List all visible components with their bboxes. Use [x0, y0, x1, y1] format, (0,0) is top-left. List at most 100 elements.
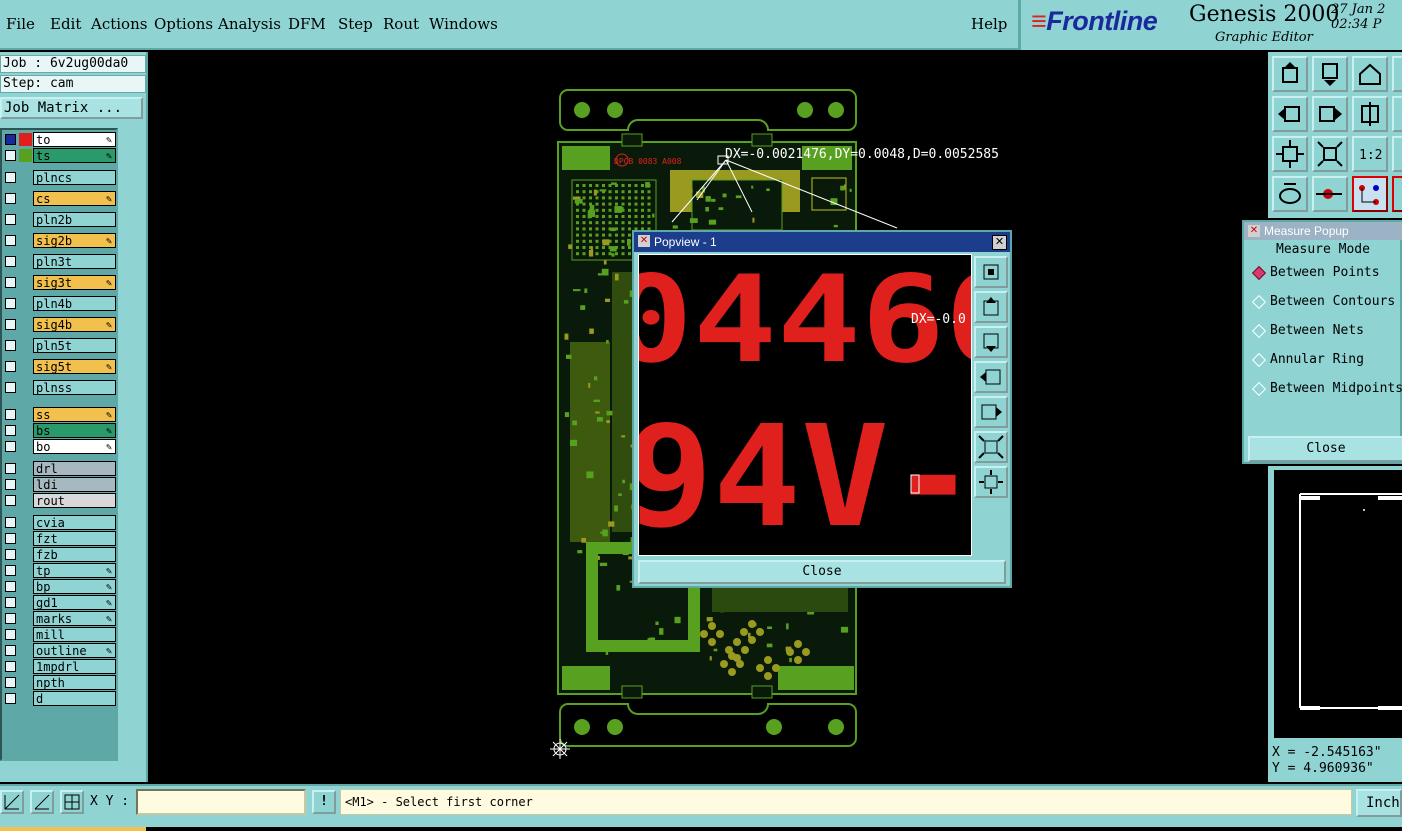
layer-checkbox[interactable]: [5, 463, 16, 474]
layer-checkbox[interactable]: [5, 277, 16, 288]
menu-actions[interactable]: Actions: [91, 15, 147, 33]
radio-diamond-icon[interactable]: [1251, 294, 1267, 310]
job-matrix-button[interactable]: Job Matrix ...: [0, 97, 143, 119]
layer-name[interactable]: bp ✎: [33, 579, 116, 594]
layer-checkbox[interactable]: [5, 565, 16, 576]
measure-close-button[interactable]: Close: [1248, 436, 1402, 462]
pan-right-tool-icon[interactable]: [1312, 96, 1348, 132]
layer-row[interactable]: ldi: [2, 477, 116, 492]
layer-row[interactable]: plnss: [2, 380, 116, 395]
radio-diamond-icon[interactable]: [1251, 381, 1267, 397]
extra-tool-4-icon[interactable]: [1392, 176, 1402, 212]
radio-diamond-icon[interactable]: [1251, 352, 1267, 368]
menu-dfm[interactable]: DFM: [288, 15, 326, 33]
layer-checkbox[interactable]: [5, 319, 16, 330]
measure-option[interactable]: Between Midpoints: [1248, 376, 1402, 402]
layer-name[interactable]: sig4b ✎: [33, 317, 116, 332]
popview-zoom-in-button[interactable]: [974, 256, 1008, 288]
window-menu-icon[interactable]: ✕: [638, 235, 650, 247]
close-icon[interactable]: ✕: [992, 235, 1007, 250]
popview-zoom-out-button[interactable]: [974, 431, 1008, 463]
layer-checkbox[interactable]: [5, 340, 16, 351]
pan-up-tool-icon[interactable]: [1272, 56, 1308, 92]
pan-left-tool-icon[interactable]: [1272, 96, 1308, 132]
menu-step[interactable]: Step: [338, 15, 373, 33]
overview-map[interactable]: [1274, 470, 1402, 738]
layer-name[interactable]: pln2b: [33, 212, 116, 227]
xy-input[interactable]: [136, 789, 306, 815]
layer-row[interactable]: sig3t ✎: [2, 275, 116, 290]
popview-fit-button[interactable]: [974, 466, 1008, 498]
layer-checkbox[interactable]: [5, 361, 16, 372]
menu-analysis[interactable]: Analysis: [218, 15, 281, 33]
measure-option[interactable]: Between Nets: [1248, 318, 1402, 344]
layer-name[interactable]: cvia: [33, 515, 116, 530]
radio-diamond-icon[interactable]: [1251, 323, 1267, 339]
layer-row[interactable]: pln2b: [2, 212, 116, 227]
layer-name[interactable]: ts ✎: [33, 148, 116, 163]
popview-titlebar[interactable]: ✕ Popview - 1 ✕: [634, 232, 1010, 252]
layer-name[interactable]: pln5t: [33, 338, 116, 353]
layer-name[interactable]: rout: [33, 493, 116, 508]
layer-checkbox[interactable]: [5, 677, 16, 688]
layer-checkbox[interactable]: [5, 441, 16, 452]
layer-name[interactable]: 1mpdrl: [33, 659, 116, 674]
layer-checkbox[interactable]: [5, 134, 16, 145]
layer-name[interactable]: to ✎: [33, 132, 116, 147]
layer-name[interactable]: tp ✎: [33, 563, 116, 578]
layer-name[interactable]: ldi: [33, 477, 116, 492]
menu-windows[interactable]: Windows: [429, 15, 498, 33]
layer-name[interactable]: bo ✎: [33, 439, 116, 454]
layer-row[interactable]: outline ✎: [2, 643, 116, 658]
layer-name[interactable]: pln3t: [33, 254, 116, 269]
popview-pan-down-button[interactable]: [974, 326, 1008, 358]
layer-checkbox[interactable]: [5, 214, 16, 225]
radio-diamond-icon[interactable]: [1251, 265, 1267, 281]
mirror-tool-icon[interactable]: [1352, 96, 1388, 132]
menu-file[interactable]: File: [6, 15, 35, 33]
layer-checkbox[interactable]: [5, 549, 16, 560]
layer-checkbox[interactable]: [5, 533, 16, 544]
layer-checkbox[interactable]: [5, 409, 16, 420]
extra-tool-icon[interactable]: [1392, 56, 1402, 92]
popview-close-button[interactable]: Close: [638, 560, 1006, 584]
layer-row[interactable]: tp ✎: [2, 563, 116, 578]
measure-option[interactable]: Between Contours: [1248, 289, 1402, 315]
layer-checkbox[interactable]: [5, 382, 16, 393]
layer-row[interactable]: pln4b: [2, 296, 116, 311]
popview-pan-up-button[interactable]: [974, 291, 1008, 323]
layer-row[interactable]: cvia: [2, 515, 116, 530]
layer-checkbox[interactable]: [5, 661, 16, 672]
layer-checkbox[interactable]: [5, 517, 16, 528]
menu-edit[interactable]: Edit: [50, 15, 81, 33]
measure-option[interactable]: Annular Ring: [1248, 347, 1402, 373]
layer-row[interactable]: bs ✎: [2, 423, 116, 438]
layer-name[interactable]: fzt: [33, 531, 116, 546]
layer-row[interactable]: 1mpdrl: [2, 659, 116, 674]
layer-row[interactable]: bp ✎: [2, 579, 116, 594]
zoom-out-tool-icon[interactable]: [1272, 136, 1308, 172]
layer-checkbox[interactable]: [5, 581, 16, 592]
window-menu-icon[interactable]: ✕: [1248, 225, 1260, 237]
layer-row[interactable]: sig4b ✎: [2, 317, 116, 332]
popview-pan-right-button[interactable]: [974, 396, 1008, 428]
measure-popup-titlebar[interactable]: ✕ Measure Popup: [1244, 222, 1402, 240]
layer-name[interactable]: pln4b: [33, 296, 116, 311]
home-tool-icon[interactable]: [1352, 56, 1388, 92]
layer-row[interactable]: bo ✎: [2, 439, 116, 454]
layer-row[interactable]: sig5t ✎: [2, 359, 116, 374]
layer-checkbox[interactable]: [5, 495, 16, 506]
layer-checkbox[interactable]: [5, 425, 16, 436]
zoom-fit-tool-icon[interactable]: [1312, 136, 1348, 172]
layer-row[interactable]: ss ✎: [2, 407, 116, 422]
layer-row[interactable]: fzt: [2, 531, 116, 546]
layer-checkbox[interactable]: [5, 193, 16, 204]
layer-name[interactable]: d: [33, 691, 116, 706]
layer-checkbox[interactable]: [5, 613, 16, 624]
layer-row[interactable]: pln5t: [2, 338, 116, 353]
grid-mode-icon[interactable]: [60, 790, 84, 814]
measure-option[interactable]: Between Points: [1248, 260, 1402, 286]
layer-checkbox[interactable]: [5, 479, 16, 490]
layer-name[interactable]: mill: [33, 627, 116, 642]
layer-row[interactable]: fzb: [2, 547, 116, 562]
